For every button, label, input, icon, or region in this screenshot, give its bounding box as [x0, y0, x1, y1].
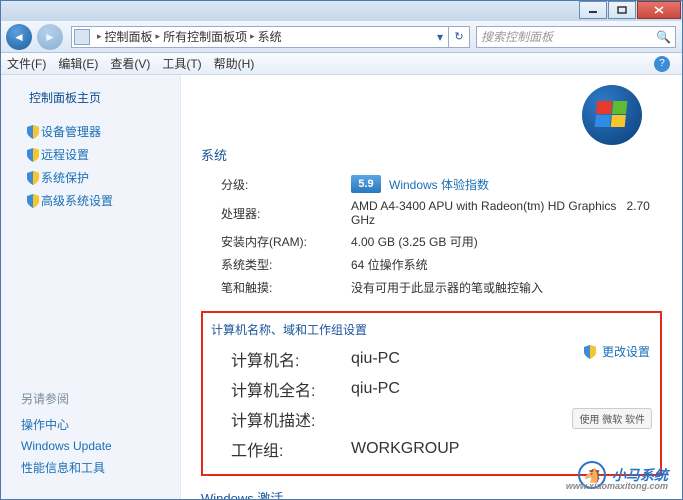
control-panel-icon [74, 29, 90, 45]
back-button[interactable]: ◄ [6, 24, 32, 50]
sidebar-item-device-manager[interactable]: 设备管理器 [1, 120, 180, 143]
systype-label: 系统类型: [221, 256, 351, 273]
ram-label: 安装内存(RAM): [221, 233, 351, 250]
control-panel-home-link[interactable]: 控制面板主页 [29, 89, 180, 106]
menu-help[interactable]: 帮助(H) [214, 55, 255, 72]
pen-value: 没有可用于此显示器的笔或触控输入 [351, 279, 662, 296]
menu-edit[interactable]: 编辑(E) [58, 55, 98, 72]
window-titlebar [1, 1, 682, 21]
refresh-button[interactable]: ↻ [448, 26, 470, 48]
navigation-toolbar: ◄ ► ▸控制面板 ▸所有控制面板项 ▸系统 ▾ ↻ 🔍 [1, 21, 682, 53]
maximize-button[interactable] [608, 1, 636, 19]
menu-tools[interactable]: 工具(T) [162, 55, 201, 72]
sidebar-item-remote[interactable]: 远程设置 [1, 143, 180, 166]
search-input[interactable] [481, 30, 656, 44]
see-also-header: 另请参阅 [21, 390, 180, 407]
ram-value: 4.00 GB (3.25 GB 可用) [351, 233, 662, 250]
address-bar[interactable]: ▸控制面板 ▸所有控制面板项 ▸系统 ▾ [71, 26, 449, 48]
see-also-action-center[interactable]: 操作中心 [21, 413, 180, 436]
rating-label: 分级: [221, 176, 351, 193]
sidebar: 控制面板主页 设备管理器 远程设置 系统保护 高级系统设置 另请参阅 操作中心 [1, 75, 181, 499]
computer-fullname-label: 计算机全名: [231, 377, 351, 401]
windows-logo [552, 75, 662, 175]
pen-label: 笔和触摸: [221, 279, 351, 296]
computer-name-section: 计算机名称、域和工作组设置 计算机名:qiu-PC 计算机全名:qiu-PC 计… [201, 311, 662, 476]
forward-button[interactable]: ► [37, 24, 63, 50]
breadcrumb-segment[interactable]: 控制面板 [105, 28, 153, 45]
sidebar-item-advanced[interactable]: 高级系统设置 [1, 189, 180, 212]
genuine-software-badge[interactable]: 使用 微软 软件 [572, 408, 652, 429]
change-settings-link[interactable]: 更改设置 [582, 343, 650, 360]
menu-file[interactable]: 文件(F) [7, 55, 46, 72]
help-icon[interactable]: ? [654, 56, 670, 72]
cpu-label: 处理器: [221, 205, 351, 222]
watermark-url: www.xiaomaxitong.com [566, 481, 668, 491]
workgroup-value: WORKGROUP [351, 440, 652, 458]
systype-value: 64 位操作系统 [351, 256, 662, 273]
see-also-windows-update[interactable]: Windows Update [21, 436, 180, 456]
shield-icon [25, 147, 41, 163]
computer-section-title: 计算机名称、域和工作组设置 [211, 321, 652, 338]
rating-badge: 5.9 [351, 175, 381, 193]
workgroup-label: 工作组: [231, 437, 351, 461]
minimize-button[interactable] [579, 1, 607, 19]
watermark: 🐴 小马系统 www.xiaomaxitong.com [578, 461, 668, 489]
menubar: 文件(F) 编辑(E) 查看(V) 工具(T) 帮助(H) ? [1, 53, 682, 75]
shield-icon [25, 193, 41, 209]
shield-icon [582, 344, 598, 360]
shield-icon [25, 170, 41, 186]
address-dropdown-icon[interactable]: ▾ [432, 30, 448, 44]
breadcrumb-segment[interactable]: 系统 [258, 28, 282, 45]
breadcrumb-segment[interactable]: 所有控制面板项 [163, 28, 247, 45]
computer-name-label: 计算机名: [231, 347, 351, 371]
content-pane: 系统 分级: 5.9 Windows 体验指数 处理器: AMD A4-3400… [181, 75, 682, 499]
sidebar-item-protection[interactable]: 系统保护 [1, 166, 180, 189]
computer-fullname-value: qiu-PC [351, 380, 652, 398]
menu-view[interactable]: 查看(V) [110, 55, 150, 72]
computer-desc-label: 计算机描述: [231, 407, 351, 431]
cpu-value: AMD A4-3400 APU with Radeon(tm) HD Graph… [351, 199, 616, 213]
close-button[interactable] [637, 1, 681, 19]
search-box[interactable]: 🔍 [476, 26, 676, 48]
experience-index-link[interactable]: Windows 体验指数 [389, 176, 489, 193]
see-also-performance[interactable]: 性能信息和工具 [21, 456, 180, 479]
shield-icon [25, 124, 41, 140]
search-icon: 🔍 [656, 30, 671, 44]
